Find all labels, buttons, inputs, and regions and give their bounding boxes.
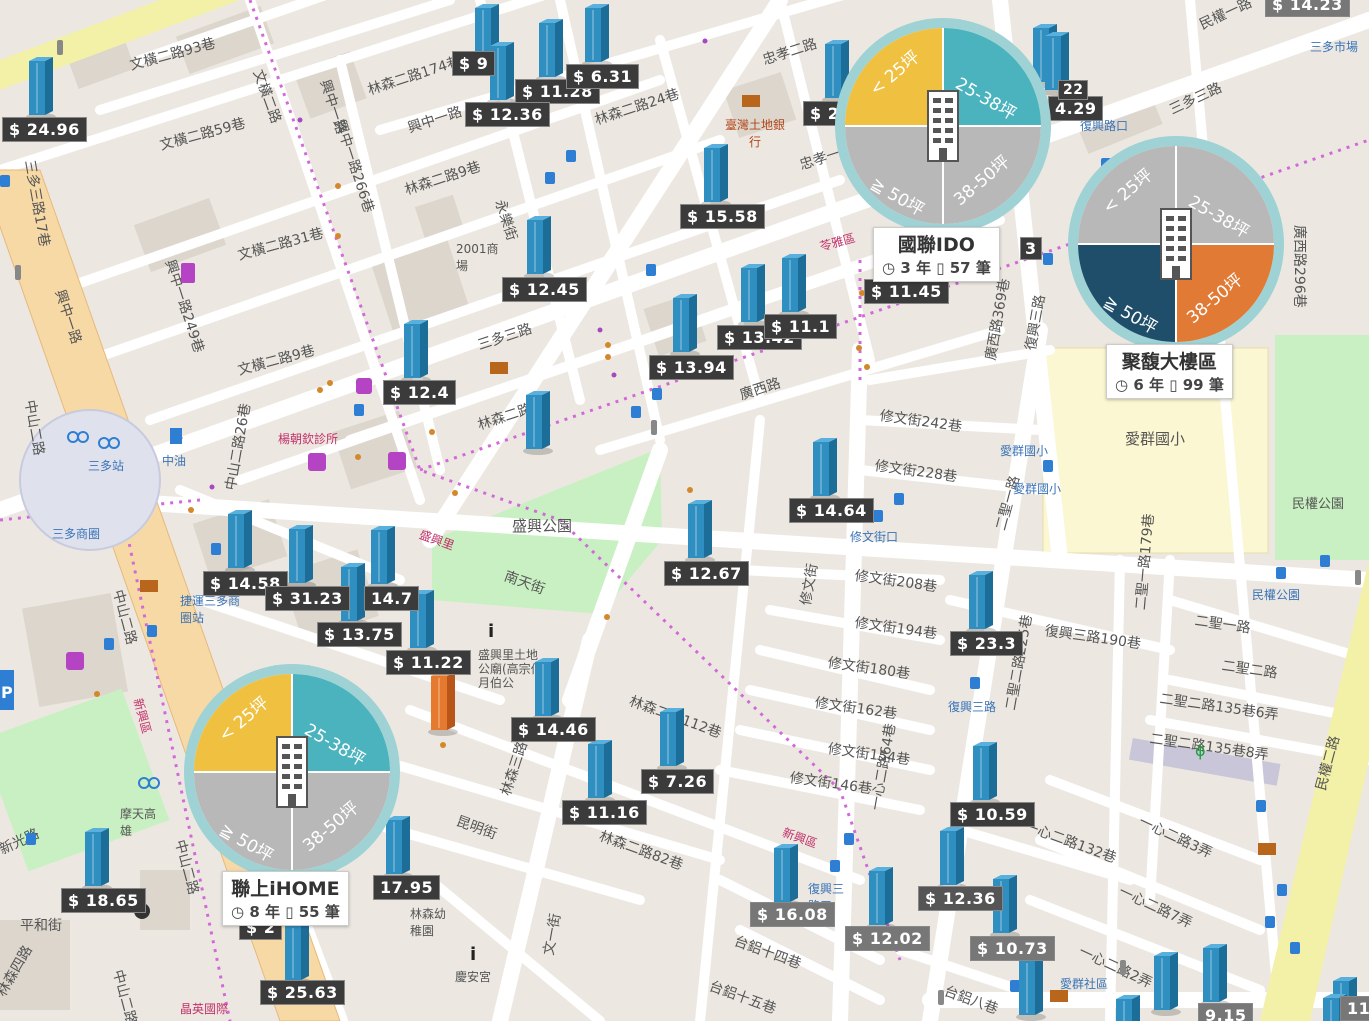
cluster-jufu[interactable]: < 25坪 25-38坪 ≧ 50坪 38-50坪 (1066, 134, 1286, 354)
svg-text:i: i (488, 621, 494, 642)
building-marker[interactable] (524, 214, 554, 280)
svg-text:ɸ: ɸ (1195, 741, 1206, 760)
price-tag[interactable]: $ 14.46 (511, 717, 596, 742)
price-tag[interactable]: 14.7 (364, 586, 420, 611)
cluster-guolian-ido[interactable]: < 25坪 25-38坪 ≧ 50坪 38-50坪 (833, 16, 1053, 236)
price-tag[interactable]: $ 12.4 (383, 380, 457, 405)
price-tag[interactable]: $ 13.75 (317, 622, 402, 647)
cluster-card-jufu[interactable]: 聚馥大樓區 ◷ 6 年 ▯ 99 筆 (1106, 344, 1233, 399)
price-tag[interactable]: $ 15.58 (680, 204, 765, 229)
cluster-name: 聯上iHOME (231, 878, 340, 900)
cluster-pie (1068, 136, 1284, 352)
building-marker[interactable] (523, 389, 553, 455)
phone-icon: ▯ (936, 259, 945, 277)
cluster-years: 3 年 (900, 259, 931, 277)
building-marker[interactable] (937, 825, 967, 891)
price-tag[interactable]: $ 7.26 (641, 769, 715, 794)
building-marker[interactable] (970, 740, 1000, 806)
price-tag[interactable]: $ 11.1 (764, 314, 838, 339)
building-marker[interactable] (401, 318, 431, 384)
building-marker[interactable] (582, 2, 612, 68)
building-marker[interactable] (771, 842, 801, 908)
cluster-name: 國聯IDO (897, 234, 975, 256)
building-marker[interactable] (779, 252, 809, 318)
price-tag[interactable]: 22 (1058, 80, 1089, 100)
price-tag[interactable]: $ 25.63 (260, 980, 345, 1005)
selected-building-marker[interactable] (428, 670, 458, 736)
cluster-count: 55 筆 (298, 903, 340, 921)
price-tag[interactable]: $ 16.08 (750, 902, 835, 927)
price-tag[interactable]: $ 11.45 (864, 279, 949, 304)
price-tag[interactable]: $ 11.16 (562, 800, 647, 825)
building-marker[interactable] (368, 524, 398, 590)
building-marker[interactable] (536, 17, 566, 83)
building-marker[interactable] (82, 826, 112, 892)
building-marker[interactable] (532, 656, 562, 722)
cluster-count: 57 筆 (949, 259, 991, 277)
building-marker[interactable] (1151, 950, 1181, 1016)
price-tag[interactable]: $ 6.31 (566, 64, 640, 89)
price-tag[interactable]: 11 (1340, 996, 1369, 1021)
price-tag[interactable]: $ 13.94 (649, 355, 734, 380)
building-marker[interactable] (286, 523, 316, 589)
clock-icon: ◷ (231, 903, 245, 921)
svg-text:P: P (1, 683, 13, 702)
cluster-years: 6 年 (1133, 376, 1164, 394)
building-marker[interactable] (225, 508, 255, 574)
price-tag[interactable]: $ 10.73 (970, 936, 1055, 961)
cluster-years: 8 年 (249, 903, 280, 921)
price-tag[interactable]: $ 14.23 (1265, 0, 1350, 17)
price-tag[interactable]: 9.15 (1198, 1003, 1254, 1021)
svg-text:i: i (470, 944, 476, 965)
building-marker[interactable] (670, 292, 700, 358)
building-marker[interactable] (282, 920, 312, 986)
price-tag[interactable]: $ 14.64 (789, 498, 874, 523)
price-tag[interactable]: $ 12.36 (918, 886, 1003, 911)
price-tag[interactable]: $ 10.59 (950, 802, 1035, 827)
cluster-pie (184, 664, 400, 880)
phone-icon: ▯ (1169, 376, 1178, 394)
price-tag[interactable]: $ 12.67 (664, 561, 749, 586)
price-tag[interactable]: 3 (1020, 237, 1042, 260)
building-marker[interactable] (810, 436, 840, 502)
price-tag[interactable]: $ 12.45 (502, 277, 587, 302)
price-tag[interactable]: $ 24.96 (2, 117, 87, 142)
phone-icon: ▯ (285, 903, 294, 921)
clock-icon: ◷ (882, 259, 896, 277)
price-tag[interactable]: $ 23.3 (950, 631, 1024, 656)
building-marker[interactable] (1200, 942, 1230, 1008)
building-marker[interactable] (685, 498, 715, 564)
cluster-lianshang-ihome[interactable]: < 25坪 25-38坪 ≧ 50坪 38-50坪 (182, 662, 402, 882)
building-marker[interactable] (657, 706, 687, 772)
cluster-name: 聚馥大樓區 (1121, 351, 1217, 373)
cluster-pie (835, 18, 1051, 234)
building-marker[interactable] (866, 865, 896, 931)
building-marker[interactable] (966, 569, 996, 635)
price-tag[interactable]: $ 12.02 (845, 926, 930, 951)
price-tag[interactable]: $ 31.23 (265, 586, 350, 611)
cluster-count: 99 筆 (1182, 376, 1224, 394)
building-marker[interactable] (1016, 955, 1046, 1021)
building-marker[interactable] (26, 55, 56, 121)
price-tag[interactable]: $ 12.36 (465, 102, 550, 127)
building-marker[interactable] (585, 738, 615, 804)
clock-icon: ◷ (1115, 376, 1129, 394)
building-marker[interactable] (1113, 993, 1143, 1021)
price-tag[interactable]: $ 18.65 (61, 888, 146, 913)
price-tag[interactable]: $ 9 (452, 51, 496, 76)
cluster-card-lianshang-ihome[interactable]: 聯上iHOME ◷ 8 年 ▯ 55 筆 (222, 871, 349, 926)
building-marker[interactable] (701, 142, 731, 208)
map-canvas[interactable]: 文橫二路93巷 文橫二路59巷 文橫二路31巷 文橫二路9巷 文橫二路 興中一路… (0, 0, 1369, 1021)
cluster-card-guolian-ido[interactable]: 國聯IDO ◷ 3 年 ▯ 57 筆 (873, 227, 1000, 282)
